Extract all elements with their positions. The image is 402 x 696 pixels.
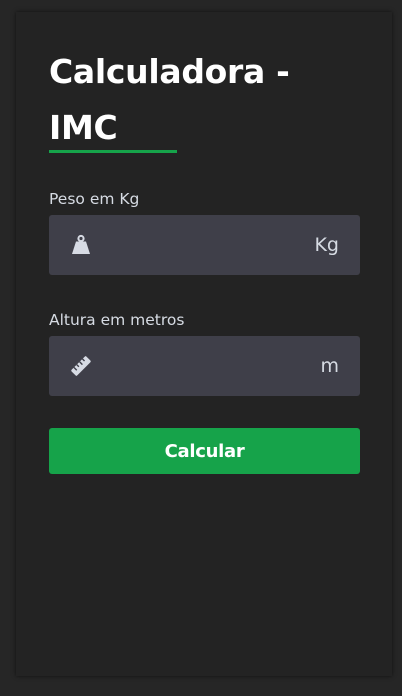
height-unit: m [320, 355, 339, 377]
weight-input[interactable] [105, 215, 285, 275]
weight-input-group[interactable]: Kg [49, 215, 360, 275]
height-input[interactable] [105, 336, 285, 396]
page-title: Calculadora - IMC [49, 52, 290, 147]
page: Calculadora - IMC Peso em Kg Kg Altura e… [0, 0, 402, 696]
ruler-icon [69, 354, 93, 378]
calculate-button[interactable]: Calcular [49, 428, 360, 474]
height-input-group[interactable]: m [49, 336, 360, 396]
weight-icon [69, 233, 93, 257]
weight-label: Peso em Kg [49, 190, 140, 208]
height-label: Altura em metros [49, 311, 185, 329]
weight-unit: Kg [314, 234, 339, 256]
title-underline [49, 150, 177, 153]
